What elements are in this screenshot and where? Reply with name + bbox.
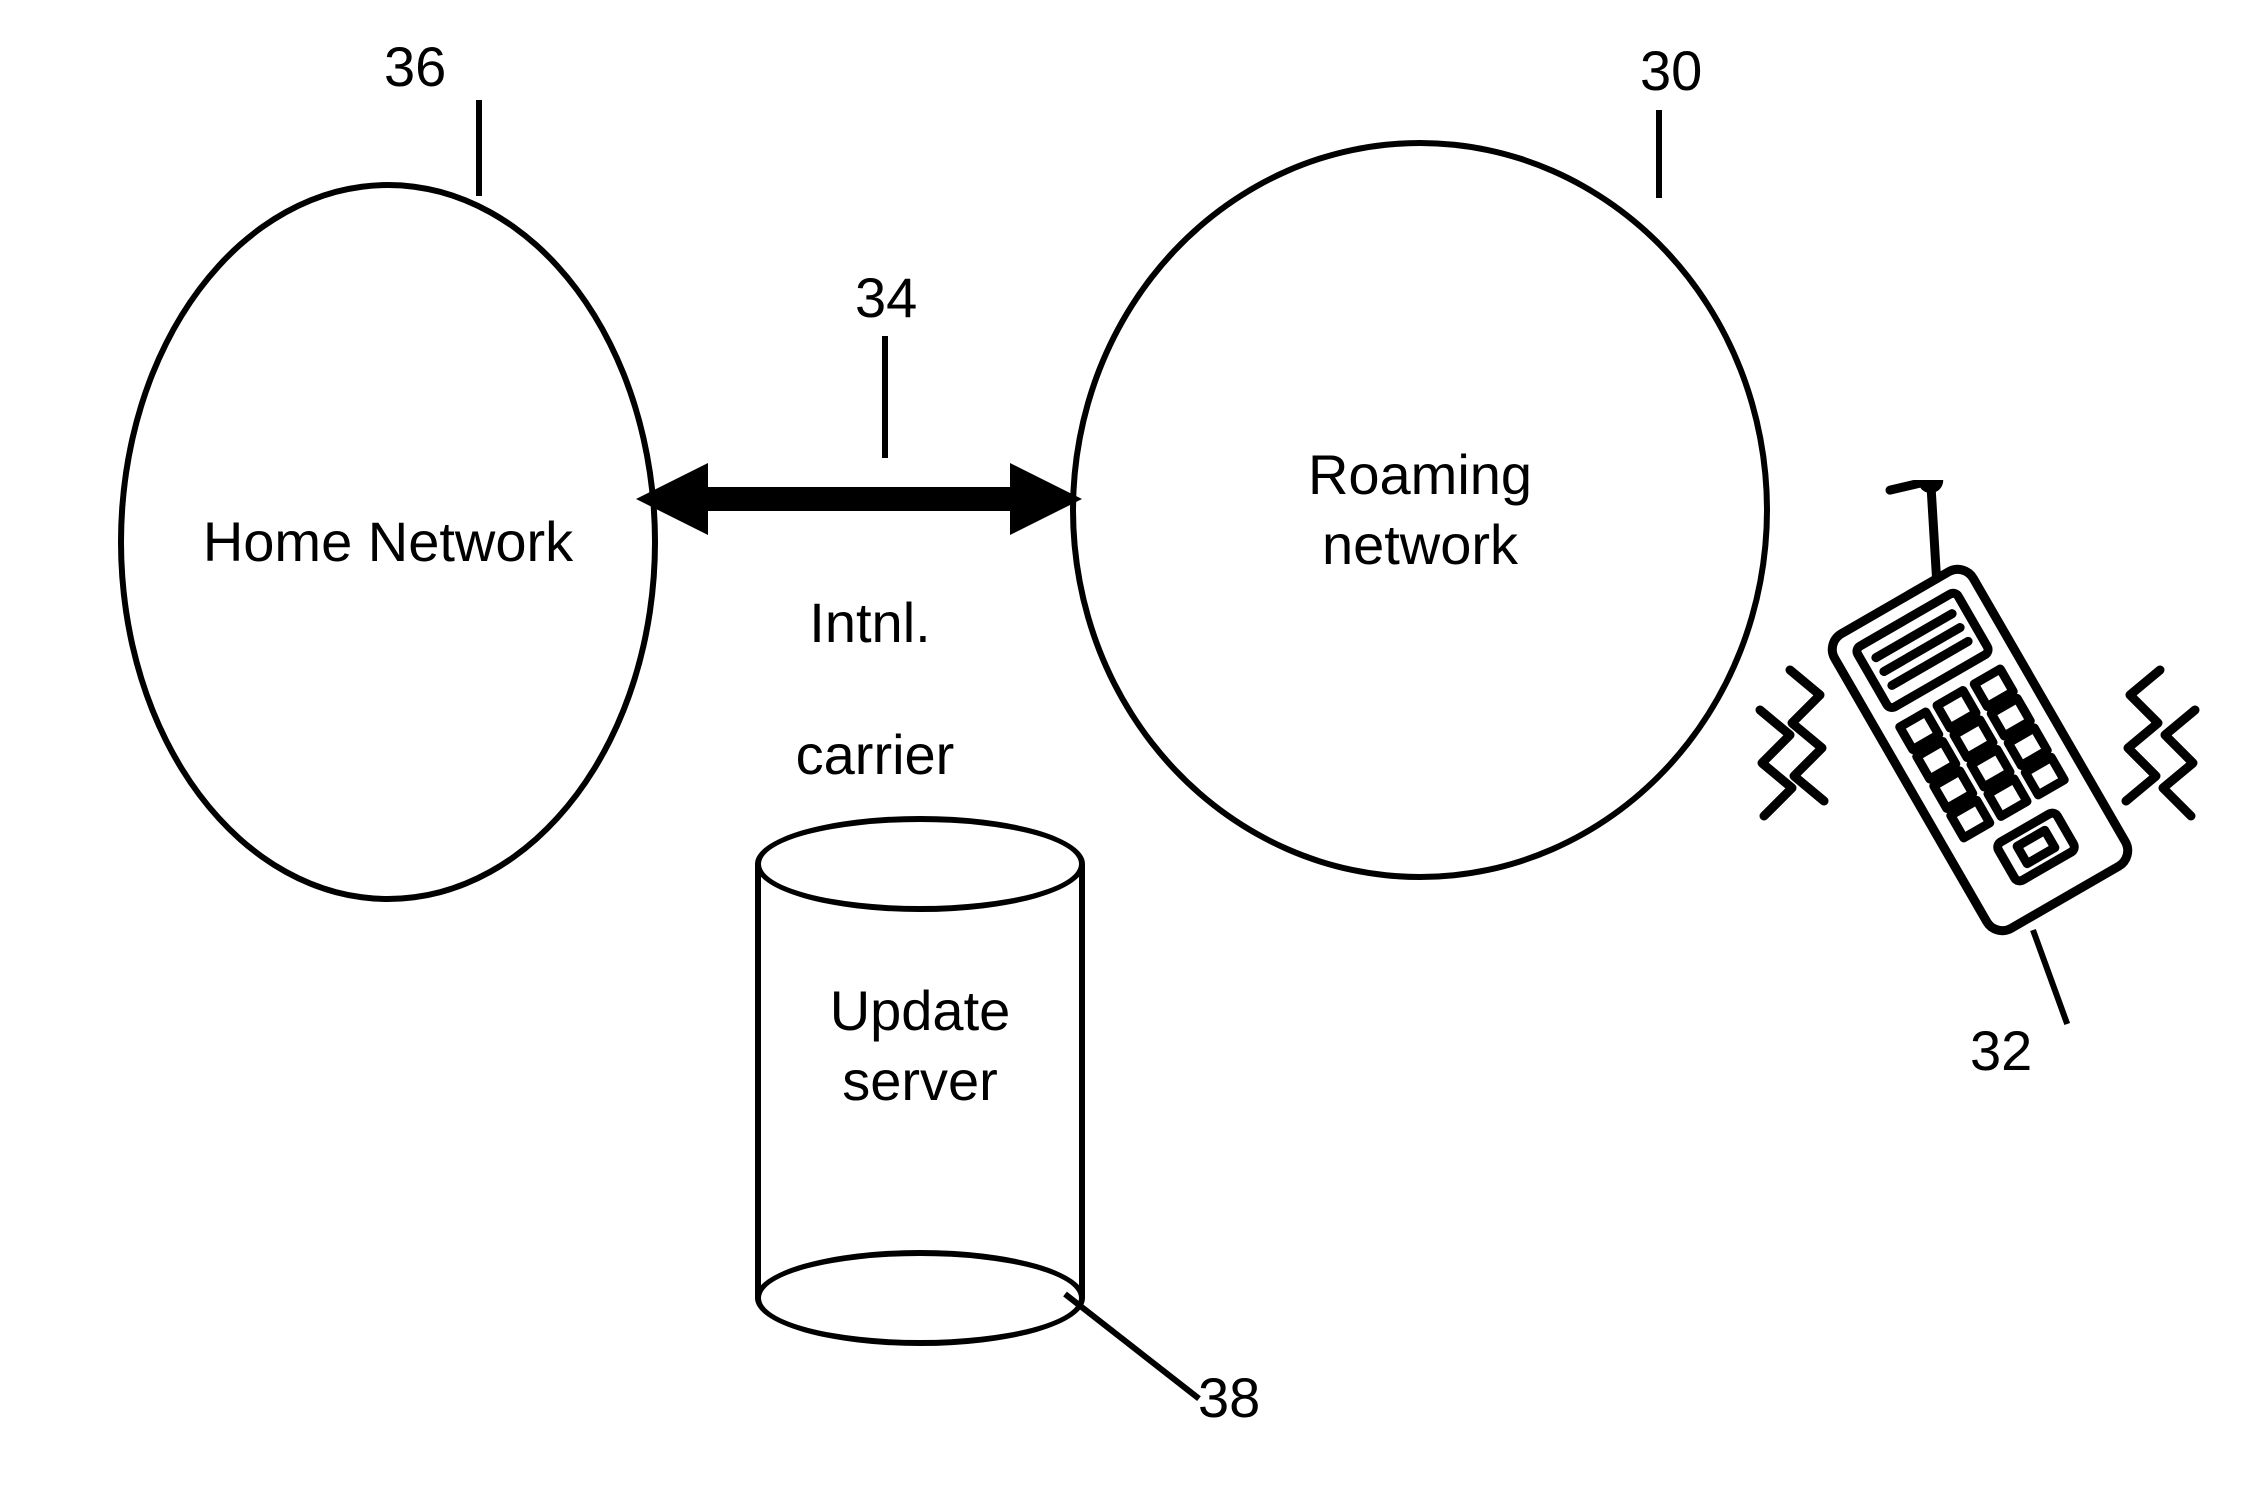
ref-38: 38 [1198, 1365, 1260, 1430]
arrow-shaft [700, 487, 1018, 511]
home-network-node: Home Network [118, 182, 658, 902]
diagram-canvas: Home Network Roaming network Intnl. carr… [0, 0, 2250, 1512]
leader-38 [1063, 1292, 1201, 1401]
roaming-network-label: Roaming network [1308, 440, 1532, 580]
ref-34: 34 [855, 265, 917, 330]
update-server-label: Update server [755, 976, 1085, 1116]
leader-36 [476, 100, 482, 196]
intl-carrier-label-2: carrier [760, 720, 990, 790]
home-network-label: Home Network [203, 507, 573, 577]
arrow-head-right [1010, 463, 1082, 535]
update-server-node: Update server [755, 816, 1085, 1346]
roaming-network-node: Roaming network [1070, 140, 1770, 880]
intl-carrier-label-1: Intnl. [770, 588, 970, 658]
ref-32: 32 [1970, 1018, 2032, 1083]
ref-30: 30 [1640, 38, 1702, 103]
arrow-head-left [636, 463, 708, 535]
ref-36: 36 [384, 34, 446, 99]
mobile-device-icon [1740, 480, 2250, 1000]
leader-34 [882, 336, 888, 458]
leader-30 [1656, 110, 1662, 198]
